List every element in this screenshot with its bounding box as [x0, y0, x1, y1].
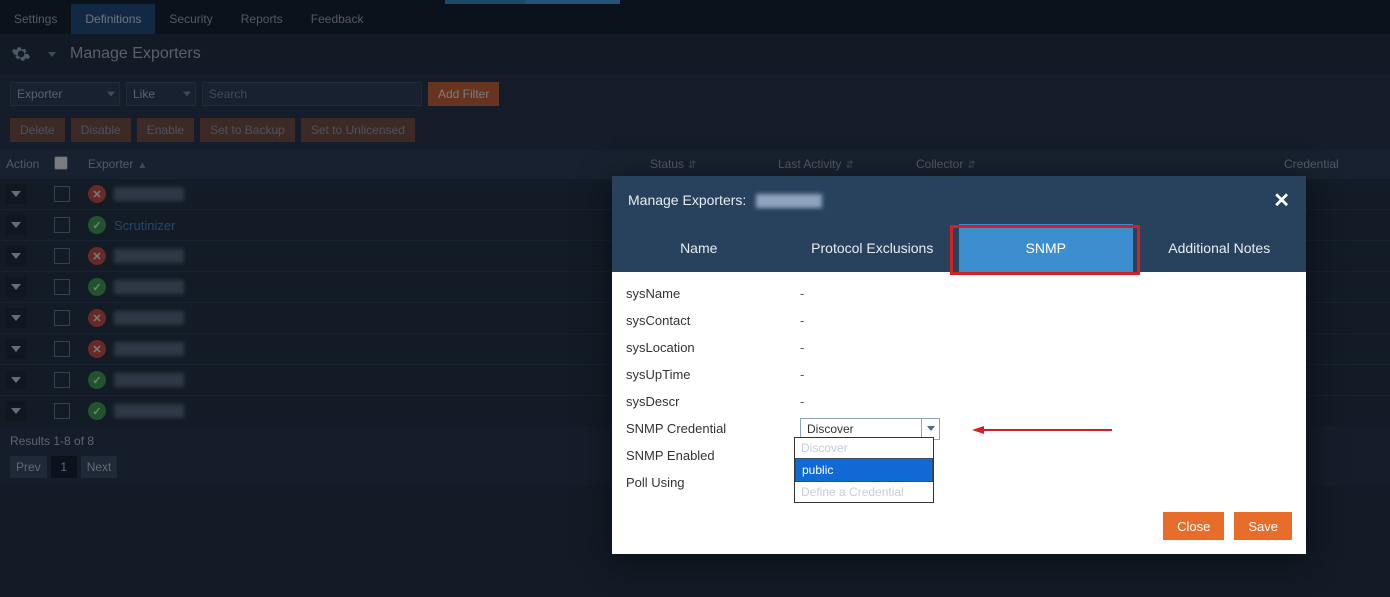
value-sysdescr: - — [800, 394, 804, 409]
tab-protocol-exclusions[interactable]: Protocol Exclusions — [786, 224, 960, 272]
tab-snmp[interactable]: SNMP — [959, 224, 1133, 272]
modal-footer: Close Save — [612, 502, 1306, 554]
label-snmp-enabled: SNMP Enabled — [626, 448, 800, 463]
value-syslocation: - — [800, 340, 804, 355]
close-icon[interactable]: ✕ — [1273, 188, 1290, 213]
close-button[interactable]: Close — [1163, 512, 1224, 540]
save-button[interactable]: Save — [1234, 512, 1292, 540]
modal-manage-exporters: Manage Exporters: ✕ Name Protocol Exclus… — [612, 176, 1306, 554]
modal-header: Manage Exporters: ✕ — [612, 176, 1306, 224]
modal-tabs: Name Protocol Exclusions SNMP Additional… — [612, 224, 1306, 272]
dropdown-option-discover[interactable]: Discover — [795, 438, 933, 458]
modal-body: sysName- sysContact- sysLocation- sysUpT… — [612, 272, 1306, 502]
label-snmp-credential: SNMP Credential — [626, 421, 800, 436]
modal-title-redacted — [756, 194, 822, 208]
label-sysdescr: sysDescr — [626, 394, 800, 409]
tab-name[interactable]: Name — [612, 224, 786, 272]
value-sysname: - — [800, 286, 804, 301]
dropdown-option-public[interactable]: public — [795, 458, 933, 482]
label-syslocation: sysLocation — [626, 340, 800, 355]
label-poll-using: Poll Using — [626, 475, 800, 490]
tab-additional-notes[interactable]: Additional Notes — [1133, 224, 1307, 272]
chevron-down-icon — [921, 419, 939, 439]
value-syscontact: - — [800, 313, 804, 328]
dropdown-option-define[interactable]: Define a Credential — [795, 482, 933, 502]
value-sysuptime: - — [800, 367, 804, 382]
label-sysuptime: sysUpTime — [626, 367, 800, 382]
label-sysname: sysName — [626, 286, 800, 301]
snmp-credential-dropdown: Discover public Define a Credential — [794, 437, 934, 503]
label-syscontact: sysContact — [626, 313, 800, 328]
modal-title: Manage Exporters: — [628, 192, 750, 208]
